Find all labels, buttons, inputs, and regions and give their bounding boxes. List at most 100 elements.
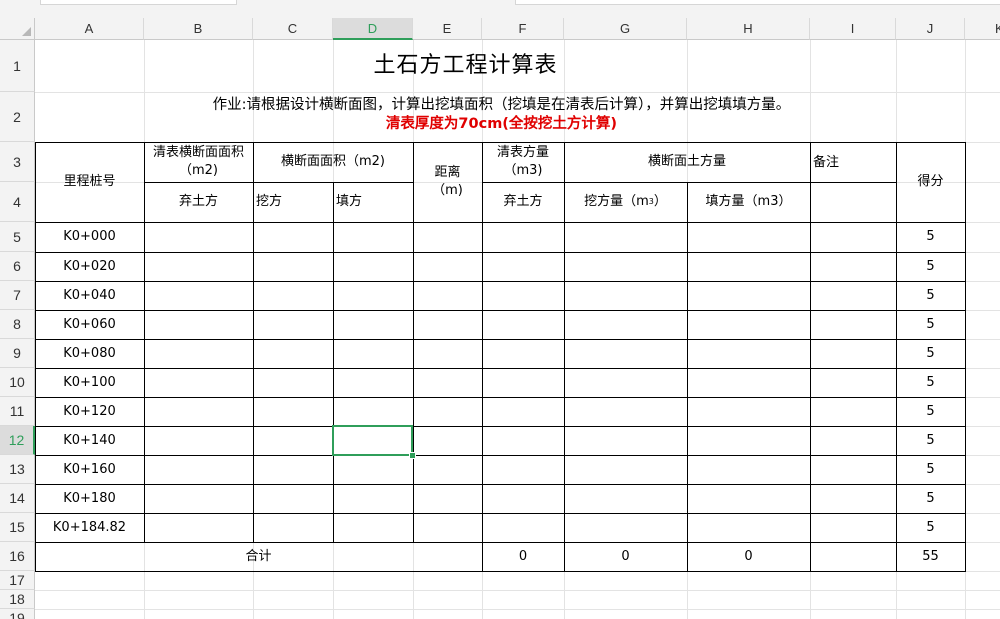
score-cell[interactable]: 5	[896, 339, 965, 368]
table-border-line	[482, 182, 896, 183]
header-cut-volume[interactable]: 挖方量（m 3）	[564, 182, 687, 222]
table-border-line	[35, 222, 965, 223]
header-clear-volume[interactable]: 清表方量（m3)	[482, 142, 564, 182]
row-header-11[interactable]: 11	[0, 397, 35, 426]
column-header-e[interactable]: E	[413, 18, 482, 40]
score-cell[interactable]: 5	[896, 455, 965, 484]
header-fill-volume[interactable]: 填方量（m3）	[687, 182, 810, 222]
row-header-9[interactable]: 9	[0, 339, 35, 368]
row-header-3[interactable]: 3	[0, 142, 35, 182]
column-header-h[interactable]: H	[687, 18, 810, 40]
selected-cell-D12[interactable]	[332, 425, 413, 456]
column-header-c[interactable]: C	[253, 18, 333, 40]
table-border-line	[35, 426, 965, 427]
station-cell[interactable]: K0+180	[35, 484, 144, 513]
assignment-note-line1: 作业:请根据设计横断面图，计算出挖填面积（挖填是在清表后计算），并算出挖填填方量…	[212, 97, 791, 113]
score-cell[interactable]: 5	[896, 368, 965, 397]
table-border-line	[144, 142, 145, 542]
table-border-line	[253, 142, 254, 542]
gridline-horizontal	[35, 590, 1000, 591]
table-border-line	[896, 142, 897, 571]
column-header-b[interactable]: B	[144, 18, 253, 40]
row-header-5[interactable]: 5	[0, 222, 35, 252]
row-header-10[interactable]: 10	[0, 368, 35, 397]
station-cell[interactable]: K0+160	[35, 455, 144, 484]
total-fill-volume[interactable]: 0	[687, 542, 810, 571]
fill-handle[interactable]	[409, 452, 416, 459]
header-spoil[interactable]: 弃土方	[144, 182, 253, 222]
header-cut[interactable]: 挖方	[253, 182, 333, 222]
name-box[interactable]	[40, 0, 237, 5]
row-header-17[interactable]: 17	[0, 571, 35, 590]
row-header-6[interactable]: 6	[0, 252, 35, 281]
spreadsheet: ABCDEFGHIJK 1 2 3 4 5 6 7 8 9 10 11 12 13 14 15 16 17 18 1…	[0, 0, 1000, 619]
score-cell[interactable]: 5	[896, 281, 965, 310]
header-distance[interactable]: 距离（m)	[413, 142, 482, 222]
total-clear-volume[interactable]: 0	[482, 542, 564, 571]
row-header-15[interactable]: 15	[0, 513, 35, 542]
station-cell[interactable]: K0+100	[35, 368, 144, 397]
header-station[interactable]: 里程桩号	[35, 142, 144, 222]
row-header-8[interactable]: 8	[0, 310, 35, 339]
column-header-j[interactable]: J	[896, 18, 965, 40]
row-header-7[interactable]: 7	[0, 281, 35, 310]
table-border-line	[333, 182, 334, 542]
column-header-g[interactable]: G	[564, 18, 687, 40]
column-header-f[interactable]: F	[482, 18, 564, 40]
table-border-line	[965, 142, 966, 572]
score-cell[interactable]: 5	[896, 310, 965, 339]
table-border-line	[35, 339, 965, 340]
total-label[interactable]: 合计	[35, 542, 482, 571]
total-cut-volume[interactable]: 0	[564, 542, 687, 571]
row-header-14[interactable]: 14	[0, 484, 35, 513]
header-score[interactable]: 得分	[896, 142, 965, 222]
row-header-12[interactable]: 12	[0, 426, 35, 455]
table-border-line	[35, 571, 966, 572]
station-cell[interactable]: K0+060	[35, 310, 144, 339]
score-cell[interactable]: 5	[896, 222, 965, 252]
row-header-1[interactable]: 1	[0, 40, 35, 92]
score-cell[interactable]: 5	[896, 252, 965, 281]
row-header-19[interactable]: 19	[0, 609, 35, 619]
sheet-title[interactable]: 土石方工程计算表	[35, 40, 896, 92]
header-clear-area[interactable]: 清表横断面面积（m2)	[144, 142, 253, 182]
row-header-2[interactable]: 2	[0, 92, 35, 142]
column-header-i[interactable]: I	[810, 18, 896, 40]
station-cell[interactable]: K0+020	[35, 252, 144, 281]
row-header-18[interactable]: 18	[0, 590, 35, 609]
table-border-line	[35, 397, 965, 398]
score-cell[interactable]: 5	[896, 513, 965, 542]
assignment-note[interactable]: 作业:请根据设计横断面图，计算出挖填面积（挖填是在清表后计算），并算出挖填填方量…	[35, 92, 965, 142]
table-border-line	[35, 368, 965, 369]
header-cross-area[interactable]: 横断面面积（m2)	[253, 142, 413, 182]
table-border-line	[35, 142, 36, 571]
station-cell[interactable]: K0+000	[35, 222, 144, 252]
header-fill[interactable]: 填方	[333, 182, 413, 222]
table-border-line	[482, 142, 483, 571]
table-border-line	[564, 142, 565, 571]
table-border-line	[35, 542, 965, 543]
score-cell[interactable]: 5	[896, 484, 965, 513]
score-cell[interactable]: 5	[896, 397, 965, 426]
table-border-line	[35, 252, 965, 253]
table-border-line	[687, 182, 688, 571]
column-header-d[interactable]: D	[333, 18, 413, 40]
score-cell[interactable]: 5	[896, 426, 965, 455]
row-header-13[interactable]: 13	[0, 455, 35, 484]
station-cell[interactable]: K0+040	[35, 281, 144, 310]
row-header-4[interactable]: 4	[0, 182, 35, 222]
column-header-k[interactable]: K	[965, 18, 1000, 40]
row-header-16[interactable]: 16	[0, 542, 35, 571]
formula-bar[interactable]	[515, 0, 1000, 5]
header-remark[interactable]: 备注	[810, 142, 896, 182]
column-header-a[interactable]: A	[35, 18, 144, 40]
select-all-corner[interactable]	[0, 18, 35, 40]
header-cross-volume[interactable]: 横断面土方量	[564, 142, 810, 182]
station-cell[interactable]: K0+140	[35, 426, 144, 455]
total-score[interactable]: 55	[896, 542, 965, 571]
station-cell[interactable]: K0+080	[35, 339, 144, 368]
header-spoil-volume[interactable]: 弃土方	[482, 182, 564, 222]
station-cell[interactable]: K0+120	[35, 397, 144, 426]
table-border-line	[35, 455, 965, 456]
station-cell[interactable]: K0+184.82	[35, 513, 144, 542]
